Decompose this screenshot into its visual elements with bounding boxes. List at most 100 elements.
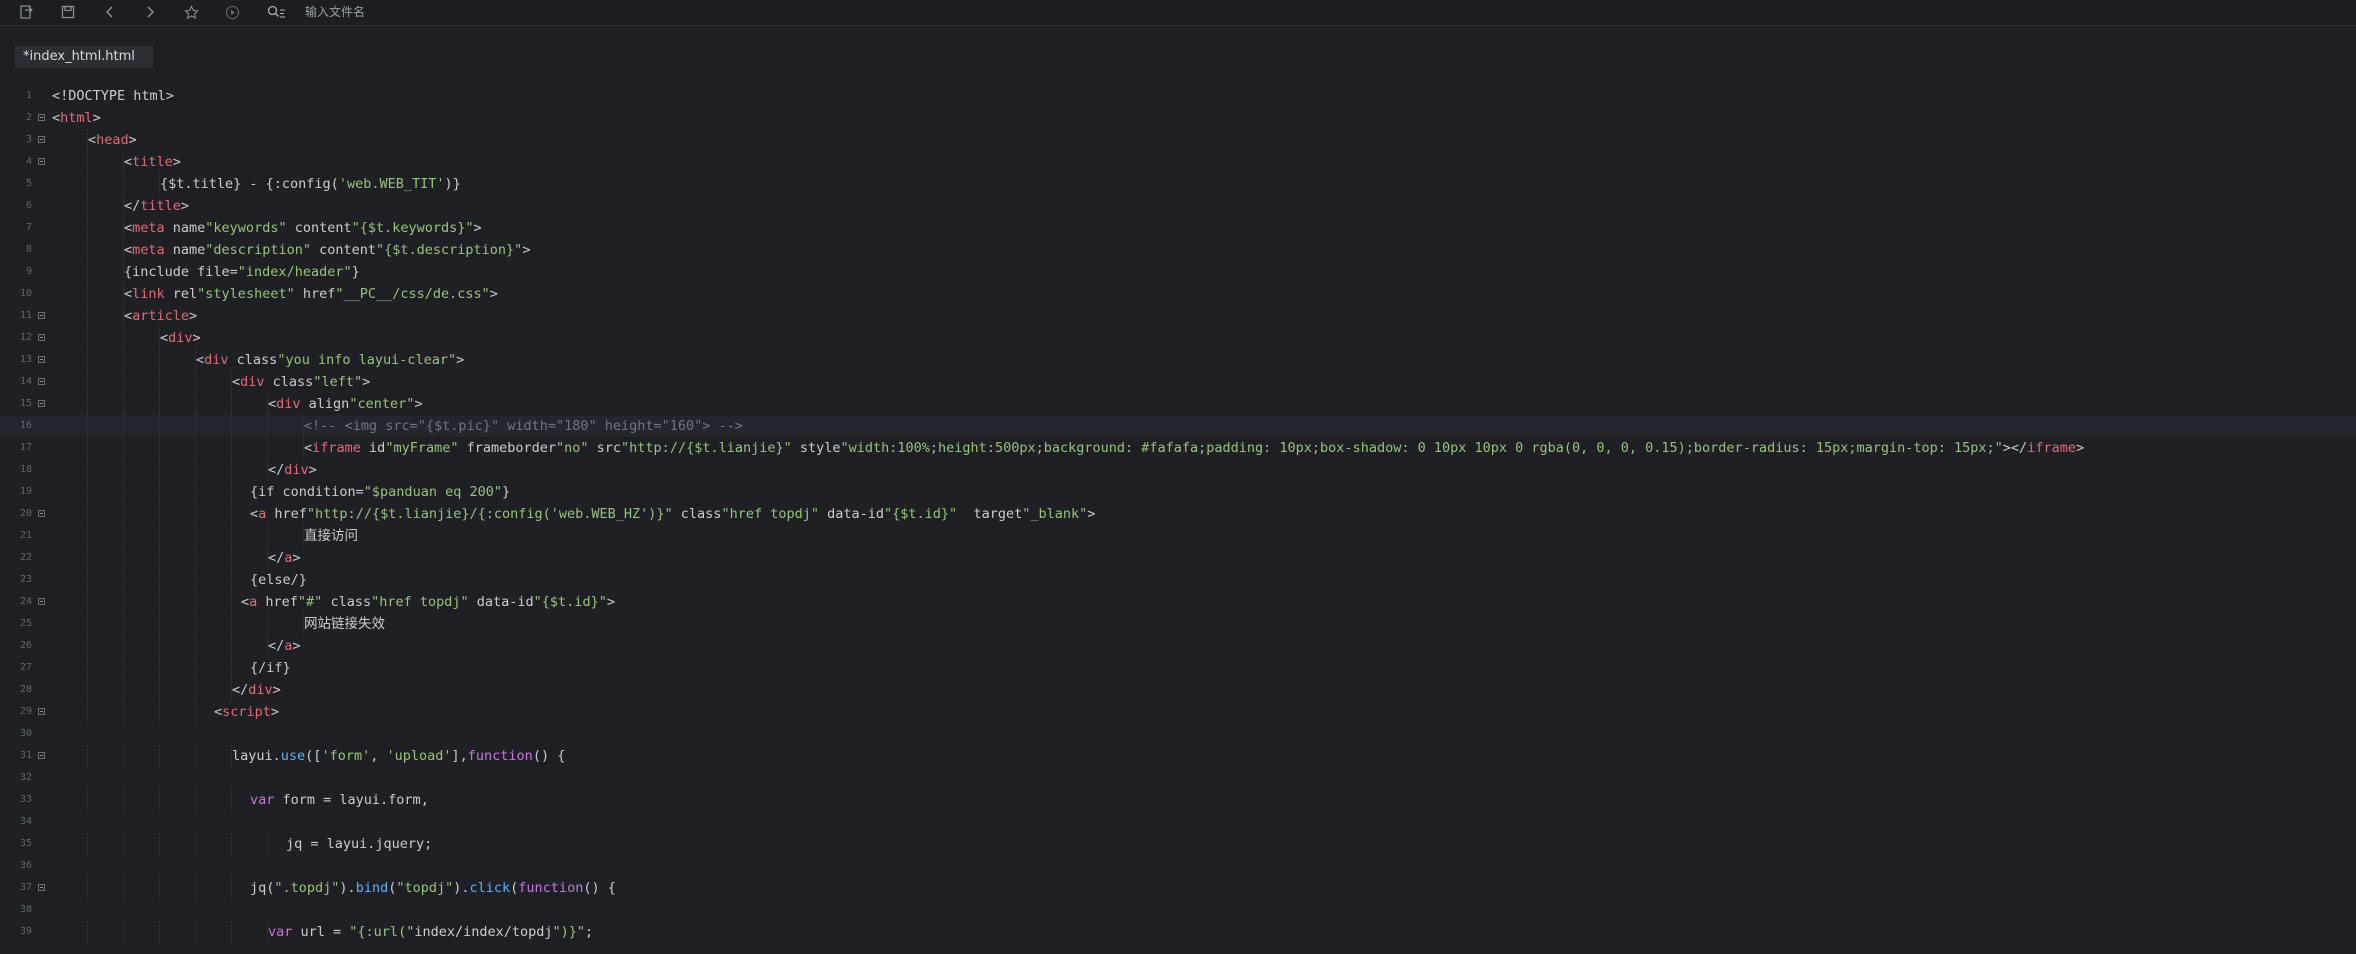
code-line[interactable]: 7 <meta name"keywords" content"{$t.keywor… bbox=[0, 217, 2356, 239]
indent-guide bbox=[87, 503, 88, 525]
code-line[interactable]: 14 <div class"left"> bbox=[0, 371, 2356, 393]
fold-toggle-icon[interactable] bbox=[38, 378, 45, 385]
code-line[interactable]: 30 bbox=[0, 723, 2356, 745]
fold-toggle-icon[interactable] bbox=[38, 400, 45, 407]
file-transfer-icon[interactable] bbox=[16, 2, 38, 22]
indent-guide bbox=[123, 481, 124, 503]
code-line[interactable]: 11 <article> bbox=[0, 305, 2356, 327]
indent-guide bbox=[195, 613, 196, 635]
code-line[interactable]: 26 </a> bbox=[0, 635, 2356, 657]
code-line[interactable]: 28 </div> bbox=[0, 679, 2356, 701]
forward-icon[interactable] bbox=[139, 2, 161, 22]
tab-index-html[interactable]: *index_html.html bbox=[15, 46, 153, 68]
code-line[interactable]: 9 {include file="index/header"} bbox=[0, 261, 2356, 283]
indent-guide bbox=[195, 371, 196, 393]
line-number: 17 bbox=[19, 442, 32, 453]
code-line[interactable]: 24 <a href"#" class"href topdj" data-id"{… bbox=[0, 591, 2356, 613]
indent-guide bbox=[87, 217, 88, 239]
fold-toggle-icon[interactable] bbox=[38, 884, 45, 891]
code-line[interactable]: 18 </div> bbox=[0, 459, 2356, 481]
back-icon[interactable] bbox=[99, 2, 121, 22]
search-input[interactable]: 输入文件名 bbox=[305, 5, 365, 19]
indent-guide bbox=[231, 591, 232, 613]
fold-toggle-icon[interactable] bbox=[38, 356, 45, 363]
indent-guide bbox=[231, 789, 232, 811]
code-line[interactable]: 35 jq = layui.jquery; bbox=[0, 833, 2356, 855]
save-icon[interactable] bbox=[57, 2, 79, 22]
indent-guide bbox=[159, 481, 160, 503]
code-line[interactable]: 5 {$t.title} - {:config('web.WEB_TIT')} bbox=[0, 173, 2356, 195]
indent-guide bbox=[87, 591, 88, 613]
fold-toggle-icon[interactable] bbox=[38, 598, 45, 605]
code-line[interactable]: 6 </title> bbox=[0, 195, 2356, 217]
line-number: 30 bbox=[19, 728, 32, 739]
indent-guide bbox=[123, 437, 124, 459]
fold-toggle-icon[interactable] bbox=[38, 752, 45, 759]
code-line[interactable]: 12 <div> bbox=[0, 327, 2356, 349]
indent-guide bbox=[195, 635, 196, 657]
code-line[interactable]: 16 <!-- <img src="{$t.pic}" width="180" h… bbox=[0, 415, 2356, 437]
code-line[interactable]: 29 <script> bbox=[0, 701, 2356, 723]
code-text: </a> bbox=[268, 638, 301, 654]
code-line[interactable]: 31 layui.use(['form', 'upload'],function(… bbox=[0, 745, 2356, 767]
code-line[interactable]: 17 <iframe id"myFrame" frameborder"no" sr… bbox=[0, 437, 2356, 459]
line-number: 21 bbox=[19, 530, 32, 541]
code-line[interactable]: 4 <title> bbox=[0, 151, 2356, 173]
code-line[interactable]: 39 var url = "{:url("index/index/topdj")}… bbox=[0, 921, 2356, 943]
indent-guide bbox=[267, 437, 268, 459]
line-number: 18 bbox=[19, 464, 32, 475]
code-line[interactable]: 2 <html> bbox=[0, 107, 2356, 129]
indent-guide bbox=[87, 525, 88, 547]
indent-guide bbox=[231, 569, 232, 591]
code-line[interactable]: 3 <head> bbox=[0, 129, 2356, 151]
code-text: <div align"center"> bbox=[268, 396, 423, 412]
fold-toggle-icon[interactable] bbox=[38, 158, 45, 165]
indent-guide bbox=[195, 525, 196, 547]
indent-guide bbox=[87, 327, 88, 349]
code-line[interactable]: 38 bbox=[0, 899, 2356, 921]
star-icon[interactable] bbox=[180, 2, 202, 22]
code-line[interactable]: 37 jq(".topdj").bind("topdj").click(funct… bbox=[0, 877, 2356, 899]
code-line[interactable]: 33 var form = layui.form, bbox=[0, 789, 2356, 811]
code-line[interactable]: 19 {if condition="$panduan eq 200"} bbox=[0, 481, 2356, 503]
code-text: var form = layui.form, bbox=[250, 792, 429, 808]
indent-guide bbox=[159, 745, 160, 767]
indent-guide bbox=[195, 701, 196, 723]
code-line[interactable]: 13 <div class"you info layui-clear"> bbox=[0, 349, 2356, 371]
code-editor[interactable]: 1 <!DOCTYPE html> 2 <html> 3 <head> 4 <title> 5 {… bbox=[0, 85, 2356, 954]
code-line[interactable]: 10 <link rel"stylesheet" href"__PC__/css/… bbox=[0, 283, 2356, 305]
code-line[interactable]: 36 bbox=[0, 855, 2356, 877]
code-line[interactable]: 25 网站链接失效 bbox=[0, 613, 2356, 635]
code-line[interactable]: 23 {else/} bbox=[0, 569, 2356, 591]
code-line[interactable]: 22 </a> bbox=[0, 547, 2356, 569]
indent-guide bbox=[87, 239, 88, 261]
play-icon[interactable] bbox=[221, 2, 243, 22]
line-number: 4 bbox=[25, 156, 32, 167]
indent-guide bbox=[231, 481, 232, 503]
line-number: 10 bbox=[19, 288, 32, 299]
fold-toggle-icon[interactable] bbox=[38, 312, 45, 319]
code-line[interactable]: 21 直接访问 bbox=[0, 525, 2356, 547]
code-line[interactable]: 32 bbox=[0, 767, 2356, 789]
fold-toggle-icon[interactable] bbox=[38, 708, 45, 715]
code-text: {/if} bbox=[250, 660, 291, 676]
indent-guide bbox=[231, 459, 232, 481]
line-number: 37 bbox=[19, 882, 32, 893]
code-line[interactable]: 8 <meta name"description" content"{$t.des… bbox=[0, 239, 2356, 261]
code-line[interactable]: 1 <!DOCTYPE html> bbox=[0, 85, 2356, 107]
fold-toggle-icon[interactable] bbox=[38, 510, 45, 517]
indent-guide bbox=[159, 525, 160, 547]
code-line[interactable]: 34 bbox=[0, 811, 2356, 833]
indent-guide bbox=[87, 547, 88, 569]
indent-guide bbox=[159, 569, 160, 591]
indent-guide bbox=[195, 679, 196, 701]
fold-toggle-icon[interactable] bbox=[38, 114, 45, 121]
fold-toggle-icon[interactable] bbox=[38, 136, 45, 143]
fold-toggle-icon[interactable] bbox=[38, 334, 45, 341]
code-line[interactable]: 20 <a href"http://{$t.lianjie}/{:config('… bbox=[0, 503, 2356, 525]
code-line[interactable]: 27 {/if} bbox=[0, 657, 2356, 679]
code-line[interactable]: 15 <div align"center"> bbox=[0, 393, 2356, 415]
indent-guide bbox=[87, 393, 88, 415]
indent-guide bbox=[87, 261, 88, 283]
search-file-icon[interactable] bbox=[266, 2, 288, 22]
